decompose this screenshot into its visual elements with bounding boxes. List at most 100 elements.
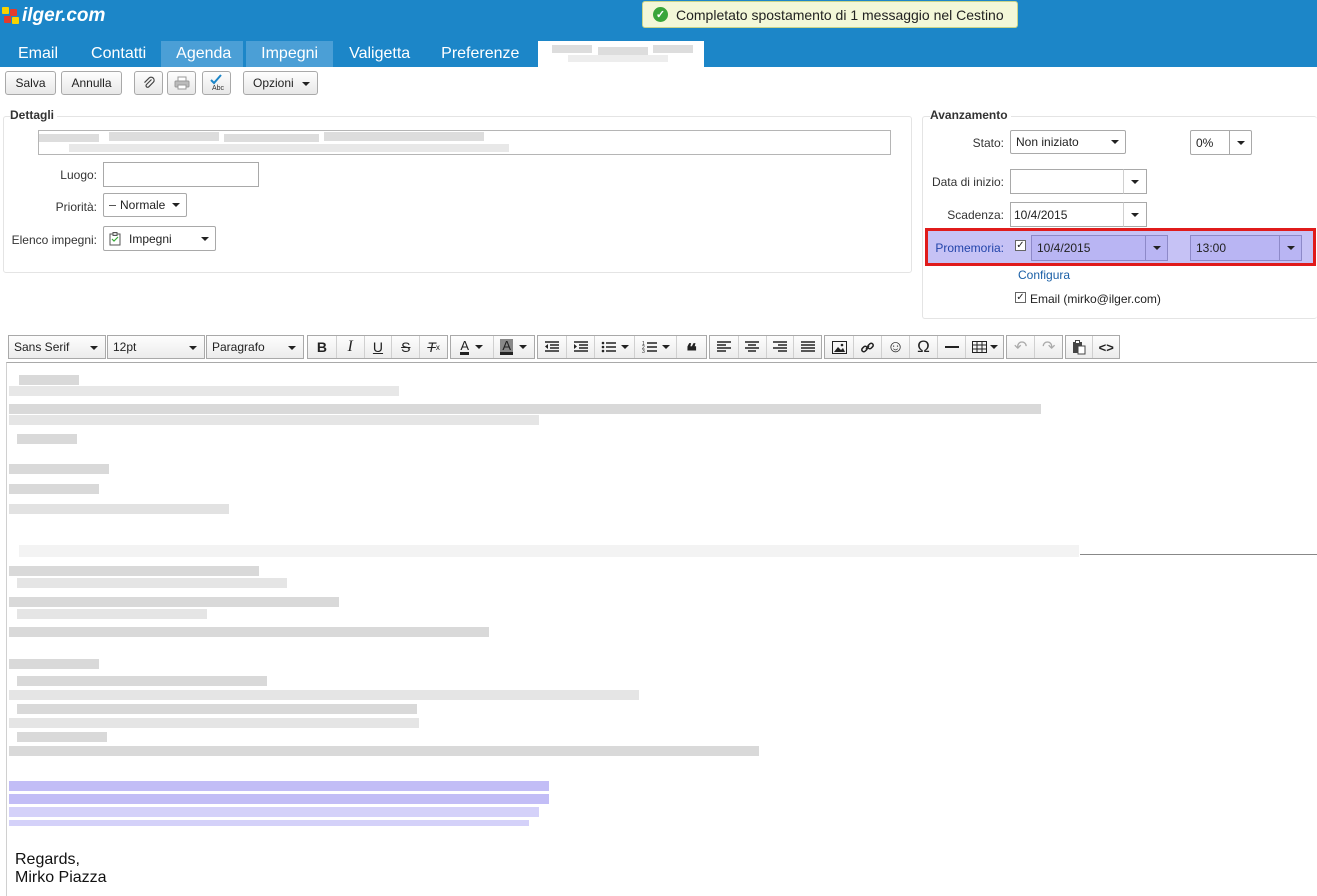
indent-button[interactable] (566, 336, 594, 358)
outdent-button[interactable] (538, 336, 566, 358)
email-reminder-checkbox[interactable]: ✓ (1015, 292, 1026, 303)
redo-button[interactable]: ↷ (1034, 336, 1062, 358)
signature-line-1: Regards, (15, 851, 80, 868)
logo[interactable]: ilger.com (2, 4, 105, 28)
reminder-date-input[interactable]: 10/4/2015 (1031, 235, 1168, 261)
reminder-date-dropdown-button[interactable] (1145, 236, 1167, 260)
check-circle-icon: ✓ (653, 7, 668, 22)
horizontal-rule-icon (944, 346, 959, 348)
insert-image-button[interactable] (825, 336, 853, 358)
indent-icon (573, 341, 588, 352)
notification-toast: ✓ Completato spostamento di 1 messaggio … (642, 1, 1018, 28)
status-value: Non iniziato (1016, 135, 1079, 149)
chevron-down-icon (189, 346, 197, 350)
list-group: 123 ❝ (537, 335, 707, 363)
spellcheck-icon: Abc (209, 74, 224, 92)
numbered-list-icon: 123 (642, 341, 657, 354)
align-left-icon (716, 341, 731, 352)
priority-value: Normale (120, 198, 166, 212)
block-format-select[interactable]: Paragrafo (206, 335, 304, 359)
subject-input[interactable] (38, 130, 891, 155)
undo-button[interactable]: ↶ (1007, 336, 1034, 358)
font-size-select[interactable]: 12pt (107, 335, 205, 359)
chevron-down-icon (519, 345, 528, 349)
tasklist-label: Elenco impegni: (11, 233, 97, 247)
special-char-button[interactable]: Ω (909, 336, 937, 358)
tab-current-task[interactable] (538, 41, 705, 67)
image-icon (831, 340, 847, 354)
tab-preferenze[interactable]: Preferenze (426, 41, 534, 67)
chevron-down-icon (201, 236, 209, 241)
percent-dropdown-button[interactable] (1229, 131, 1251, 154)
options-label: Opzioni (253, 76, 294, 90)
logo-text: ilger.com (22, 5, 106, 26)
signature: Regards, Mirko Piazza (15, 851, 107, 887)
start-date-label: Data di inizio: (931, 175, 1004, 189)
tab-valigetta[interactable]: Valigetta (333, 41, 426, 67)
reminder-time-input[interactable]: 13:00 (1190, 235, 1302, 261)
reminder-label: Promemoria: (935, 241, 1004, 255)
save-button[interactable]: Salva (5, 71, 56, 95)
paste-icon (1073, 339, 1086, 354)
background-color-button[interactable]: A (492, 336, 535, 358)
text-color-button[interactable]: A (451, 336, 493, 358)
status-select[interactable]: Non iniziato (1010, 130, 1126, 154)
insert-link-button[interactable] (853, 336, 881, 358)
source-code-button[interactable]: <> (1092, 336, 1119, 358)
start-date-dropdown-button[interactable] (1123, 169, 1147, 194)
outdent-icon (545, 341, 559, 352)
cancel-button[interactable]: Annulla (61, 71, 122, 95)
bold-button[interactable]: B (308, 336, 336, 358)
options-menu-button[interactable]: Opzioni (243, 71, 318, 95)
emoticon-button[interactable]: ☺ (881, 336, 909, 358)
location-input[interactable] (103, 162, 259, 187)
font-family-select[interactable]: Sans Serif (8, 335, 106, 359)
message-body-editor[interactable] (6, 362, 1317, 896)
paperclip-icon (143, 76, 155, 88)
numbered-list-button[interactable]: 123 (634, 336, 676, 358)
percent-value: 0% (1196, 135, 1214, 150)
tab-impegni[interactable]: Impegni (246, 41, 334, 67)
tab-agenda[interactable]: Agenda (161, 41, 244, 67)
attach-button[interactable] (134, 71, 163, 95)
blockquote-button[interactable]: ❝ (676, 336, 706, 363)
align-left-button[interactable] (710, 336, 738, 358)
align-right-button[interactable] (765, 336, 794, 358)
spellcheck-button[interactable]: Abc (202, 71, 231, 95)
logo-icon (2, 7, 20, 25)
chevron-down-icon (1152, 246, 1161, 250)
printer-icon (174, 76, 189, 90)
paste-button[interactable] (1066, 336, 1092, 358)
notification-message: Completato spostamento di 1 messaggio ne… (676, 6, 1004, 23)
chevron-down-icon (661, 345, 670, 349)
due-date-label: Scadenza: (947, 208, 1004, 222)
italic-button[interactable]: I (335, 336, 364, 358)
strikethrough-button[interactable]: S (391, 336, 419, 358)
paste-group: <> (1065, 335, 1120, 359)
underline-button[interactable]: U (363, 336, 392, 358)
clear-format-button[interactable]: Tx (419, 336, 447, 358)
tab-email[interactable]: Email (0, 41, 76, 67)
chevron-down-icon (989, 345, 998, 349)
print-button[interactable] (167, 71, 196, 95)
tasklist-select[interactable]: Impegni (103, 226, 216, 251)
percent-complete-select[interactable]: 0% (1190, 130, 1252, 155)
insert-table-button[interactable] (965, 336, 1003, 358)
align-justify-button[interactable] (793, 336, 821, 358)
horizontal-rule-button[interactable] (937, 336, 965, 358)
chevron-down-icon (288, 346, 296, 350)
priority-select[interactable]: Normale (103, 193, 187, 217)
app-header: ilger.com ✓ Completato spostamento di 1 … (0, 0, 1317, 67)
align-justify-icon (800, 341, 815, 352)
reminder-time-value: 13:00 (1196, 241, 1227, 255)
configure-link[interactable]: Configura (1018, 268, 1070, 282)
reminder-checkbox[interactable]: ✓ (1015, 240, 1026, 251)
bullet-list-button[interactable] (594, 336, 634, 358)
due-date-dropdown-button[interactable] (1123, 202, 1147, 227)
reminder-time-dropdown-button[interactable] (1279, 236, 1301, 260)
font-size-value: 12pt (113, 340, 137, 354)
tab-contatti[interactable]: Contatti (76, 41, 161, 67)
link-icon (861, 342, 874, 352)
main-tabs: Email Contatti Agenda Impegni Valigetta … (0, 41, 705, 67)
align-center-button[interactable] (737, 336, 766, 358)
